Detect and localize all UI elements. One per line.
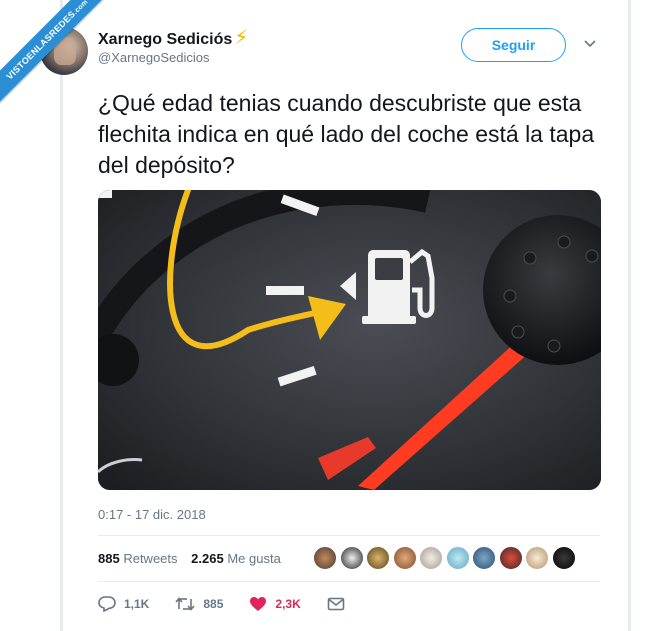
liker-avatar[interactable]: [472, 546, 496, 570]
envelope-icon: [327, 597, 345, 611]
liker-avatar[interactable]: [445, 546, 470, 570]
like-count: 2,3K: [275, 597, 301, 611]
likes-count: 2.265: [191, 551, 224, 566]
liker-avatar[interactable]: [419, 546, 443, 570]
fuel-gauge-photo: [98, 190, 601, 490]
watermark-text: VISTOENLASREDES: [4, 8, 78, 82]
tweet-stats: 885 Retweets 2.265 Me gusta: [98, 551, 281, 566]
retweet-count: 885: [203, 597, 224, 611]
likes-label: Me gusta: [227, 551, 281, 566]
tweet-media-image[interactable]: [98, 190, 601, 490]
gauge-tick: [98, 190, 112, 198]
like-button[interactable]: 2,3K: [249, 596, 301, 612]
liker-avatar[interactable]: [498, 546, 523, 570]
retweets-stat[interactable]: 885 Retweets: [98, 551, 178, 566]
follow-button[interactable]: Seguir: [461, 28, 566, 62]
right-frame-border: [628, 0, 631, 631]
liker-avatar[interactable]: [339, 546, 364, 570]
author-display-name[interactable]: Xarnego Sediciós ⚡: [98, 25, 248, 50]
tweet-timestamp[interactable]: 0:17 - 17 dic. 2018: [98, 507, 206, 522]
reply-icon: [98, 596, 116, 612]
divider: [98, 535, 600, 536]
gauge-tick: [266, 286, 304, 295]
reply-count: 1,1K: [124, 597, 150, 611]
liker-avatar[interactable]: [392, 546, 417, 570]
author-name-text[interactable]: Xarnego Sediciós: [98, 31, 232, 48]
heart-icon: [250, 597, 267, 611]
author-handle[interactable]: @XarnegoSedicios: [98, 50, 209, 65]
watermark-suffix: .com: [72, 0, 90, 16]
retweets-label: Retweets: [123, 551, 178, 566]
divider: [98, 581, 600, 582]
liker-avatar[interactable]: [525, 546, 549, 570]
retweets-count: 885: [98, 551, 120, 566]
likers-avatars: [313, 546, 578, 570]
likes-stat[interactable]: 2.265 Me gusta: [191, 551, 281, 566]
lightning-bolt-icon: ⚡: [234, 27, 249, 49]
liker-avatar[interactable]: [366, 546, 390, 570]
liker-avatar[interactable]: [551, 546, 576, 570]
chevron-down-icon[interactable]: [584, 36, 596, 51]
direct-message-button[interactable]: [327, 597, 353, 611]
watermark-ribbon: VISTOENLASREDES.com: [0, 0, 110, 110]
retweet-button[interactable]: 885: [175, 596, 223, 612]
tweet-actions: 1,1K 885 2,3K: [98, 596, 379, 612]
tweet-text: ¿Qué edad tenias cuando descubriste que …: [98, 90, 595, 178]
liker-avatar[interactable]: [313, 546, 337, 570]
retweet-icon: [175, 597, 195, 611]
reply-button[interactable]: 1,1K: [98, 596, 149, 612]
